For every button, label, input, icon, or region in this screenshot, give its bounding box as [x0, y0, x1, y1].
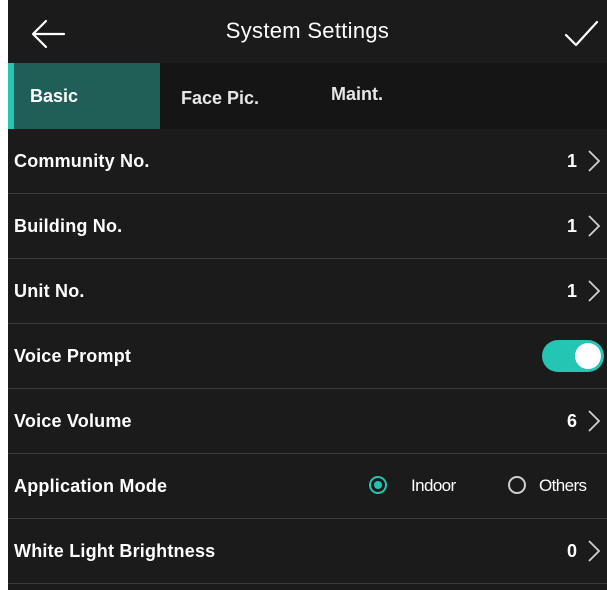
checkmark-icon	[564, 20, 599, 47]
chevron-right-icon	[588, 540, 601, 562]
tab-basic[interactable]: Basic	[8, 63, 160, 129]
chevron-right-icon	[588, 280, 601, 302]
settings-list: Community No. 1 Building No. 1 Unit No. …	[8, 129, 607, 584]
voice-volume-label: Voice Volume	[14, 411, 132, 431]
radio-unselected-icon	[508, 476, 526, 494]
system-settings-screen: System Settings Basic Face Pic. Maint. C…	[8, 0, 607, 590]
voice-prompt-row: Voice Prompt	[8, 324, 607, 389]
white-light-brightness-label: White Light Brightness	[14, 541, 216, 561]
chevron-right-icon	[588, 215, 601, 237]
unit-no-label: Unit No.	[14, 281, 85, 301]
application-mode-label: Application Mode	[14, 476, 168, 496]
radio-indoor-label: Indoor	[411, 476, 456, 495]
tab-face-pic-label: Face Pic.	[181, 88, 260, 108]
header-bar: System Settings	[8, 0, 607, 66]
chevron-right-icon	[588, 410, 601, 432]
unit-no-value: 1	[566, 281, 577, 301]
page-title: System Settings	[225, 18, 390, 43]
tab-maint-label: Maint.	[331, 84, 383, 104]
voice-volume-row[interactable]: Voice Volume 6	[8, 389, 607, 454]
toggle-knob	[575, 343, 601, 369]
active-tab-indicator	[8, 63, 14, 129]
tab-maint[interactable]: Maint.	[331, 63, 421, 129]
voice-prompt-toggle[interactable]	[542, 340, 604, 372]
voice-volume-value: 6	[566, 411, 577, 431]
tab-face-pic[interactable]: Face Pic.	[181, 63, 291, 129]
radio-indoor[interactable]: Indoor	[369, 454, 465, 518]
building-no-value: 1	[566, 216, 577, 236]
building-no-label: Building No.	[14, 216, 123, 236]
chevron-right-icon	[588, 150, 601, 172]
tab-bar: Basic Face Pic. Maint.	[8, 63, 607, 129]
white-light-brightness-value: 0	[566, 541, 577, 561]
community-no-label: Community No.	[14, 151, 150, 171]
white-light-brightness-row[interactable]: White Light Brightness 0	[8, 519, 607, 584]
radio-others-label: Others	[539, 476, 587, 495]
unit-no-row[interactable]: Unit No. 1	[8, 259, 607, 324]
tab-basic-label: Basic	[30, 86, 79, 106]
application-mode-row: Application Mode Indoor Others	[8, 454, 607, 519]
radio-selected-icon	[369, 476, 387, 494]
community-no-value: 1	[566, 151, 577, 171]
building-no-row[interactable]: Building No. 1	[8, 194, 607, 259]
confirm-button[interactable]	[561, 14, 601, 54]
voice-prompt-label: Voice Prompt	[14, 346, 132, 366]
radio-others[interactable]: Others	[508, 454, 607, 518]
community-no-row[interactable]: Community No. 1	[8, 129, 607, 194]
